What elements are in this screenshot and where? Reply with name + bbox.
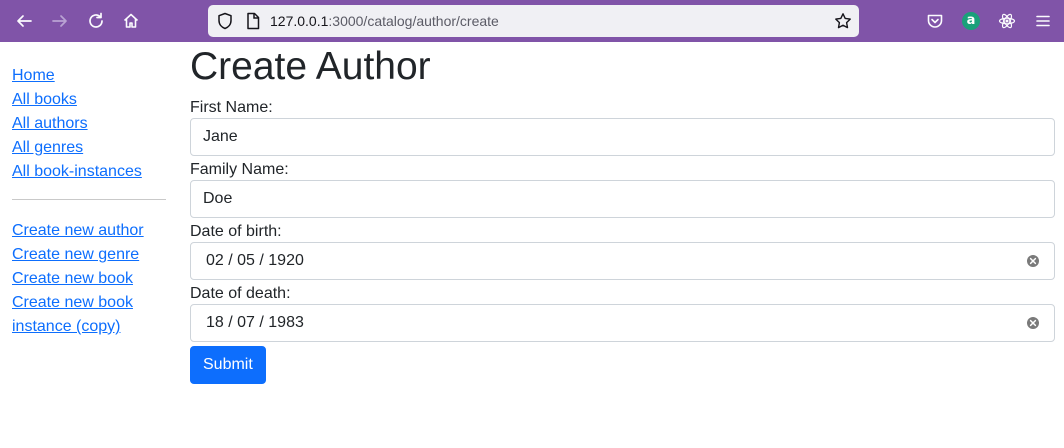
first-name-value: Jane <box>203 128 238 145</box>
main-content: Create Author First Name: Jane Family Na… <box>190 44 1055 384</box>
family-name-input[interactable]: Doe <box>190 180 1055 218</box>
shield-icon[interactable] <box>216 12 234 30</box>
sidebar-link-all-authors[interactable]: All authors <box>12 112 172 136</box>
url-text[interactable]: 127.0.0.1:3000/catalog/author/create <box>270 5 499 37</box>
page-icon[interactable] <box>244 12 262 30</box>
sidebar-link-create-author[interactable]: Create new author <box>12 219 172 243</box>
react-atom-icon <box>998 13 1016 29</box>
arrow-right-icon <box>52 15 67 27</box>
bookmark-star-icon[interactable] <box>834 12 852 30</box>
first-name-label: First Name: <box>190 99 273 116</box>
menu-button[interactable] <box>1027 5 1059 37</box>
date-of-death-input[interactable]: 18 / 07 / 1983 <box>190 304 1055 342</box>
react-devtools-button[interactable] <box>991 5 1023 37</box>
extension-a-icon[interactable]: a <box>962 12 980 30</box>
sidebar-nav: Home All books All authors All genres Al… <box>12 64 172 339</box>
first-name-input[interactable]: Jane <box>190 118 1055 156</box>
back-button[interactable] <box>8 5 40 37</box>
sidebar-link-home[interactable]: Home <box>12 64 172 88</box>
arrow-left-icon <box>17 15 32 27</box>
reload-button[interactable] <box>80 5 112 37</box>
family-name-label: Family Name: <box>190 161 289 178</box>
sidebar-link-all-genres[interactable]: All genres <box>12 136 172 160</box>
sidebar-link-create-book-instance[interactable]: Create new book instance (copy) <box>12 291 172 339</box>
clear-date-icon[interactable] <box>1026 254 1040 268</box>
sidebar-link-create-genre[interactable]: Create new genre <box>12 243 172 267</box>
hamburger-menu-icon <box>1036 15 1050 27</box>
submit-button[interactable]: Submit <box>190 346 266 384</box>
create-author-form: First Name: Jane Family Name: Doe Date o… <box>190 98 1055 384</box>
sidebar-link-all-books[interactable]: All books <box>12 88 172 112</box>
date-of-birth-input[interactable]: 02 / 05 / 1920 <box>190 242 1055 280</box>
sidebar-link-create-book[interactable]: Create new book <box>12 267 172 291</box>
url-host: 127.0.0.1 <box>270 13 329 29</box>
url-path: :3000/catalog/author/create <box>328 13 499 29</box>
pocket-icon <box>927 14 943 28</box>
sidebar-link-all-book-instances[interactable]: All book-instances <box>12 160 172 184</box>
sidebar-divider <box>12 199 166 200</box>
home-button[interactable] <box>115 5 147 37</box>
reload-icon <box>89 12 103 28</box>
family-name-value: Doe <box>203 190 233 207</box>
date-of-birth-label: Date of birth: <box>190 223 282 240</box>
browser-toolbar: 127.0.0.1:3000/catalog/author/create a <box>0 0 1064 42</box>
address-bar[interactable]: 127.0.0.1:3000/catalog/author/create <box>208 5 859 37</box>
date-of-death-label: Date of death: <box>190 285 291 302</box>
home-icon <box>123 13 139 28</box>
page-title: Create Author <box>190 45 431 88</box>
pocket-button[interactable] <box>919 5 951 37</box>
forward-button[interactable] <box>44 5 76 37</box>
date-of-death-value: 18 / 07 / 1983 <box>206 314 304 331</box>
date-of-birth-value: 02 / 05 / 1920 <box>206 252 304 269</box>
clear-date-icon[interactable] <box>1026 316 1040 330</box>
